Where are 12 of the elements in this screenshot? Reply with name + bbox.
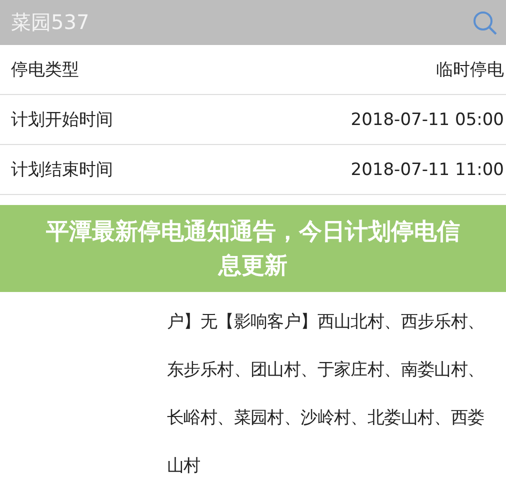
range-text-line: 户】无【影响客户】西山北村、西步乐村、 (167, 311, 484, 334)
field-label: 计划结束时间 (11, 159, 113, 181)
search-icon[interactable] (472, 10, 498, 36)
field-value: 临时停电 (436, 59, 504, 81)
headline-text: 平潭最新停电通知通告，今日计划停电信息更新 (45, 218, 461, 280)
field-label: 停电类型 (11, 59, 79, 81)
field-value: 2018-07-11 11:00 (350, 160, 504, 180)
range-text-line: 山村 (167, 455, 202, 478)
range-text-line: 东步乐村、团山村、于家庄村、南娄山村、 (167, 359, 484, 382)
range-text-line: 长峪村、菜园村、沙岭村、北娄山村、西娄 (167, 407, 484, 430)
field-value: 2018-07-11 05:00 (350, 110, 504, 130)
field-label: 计划开始时间 (11, 109, 113, 131)
